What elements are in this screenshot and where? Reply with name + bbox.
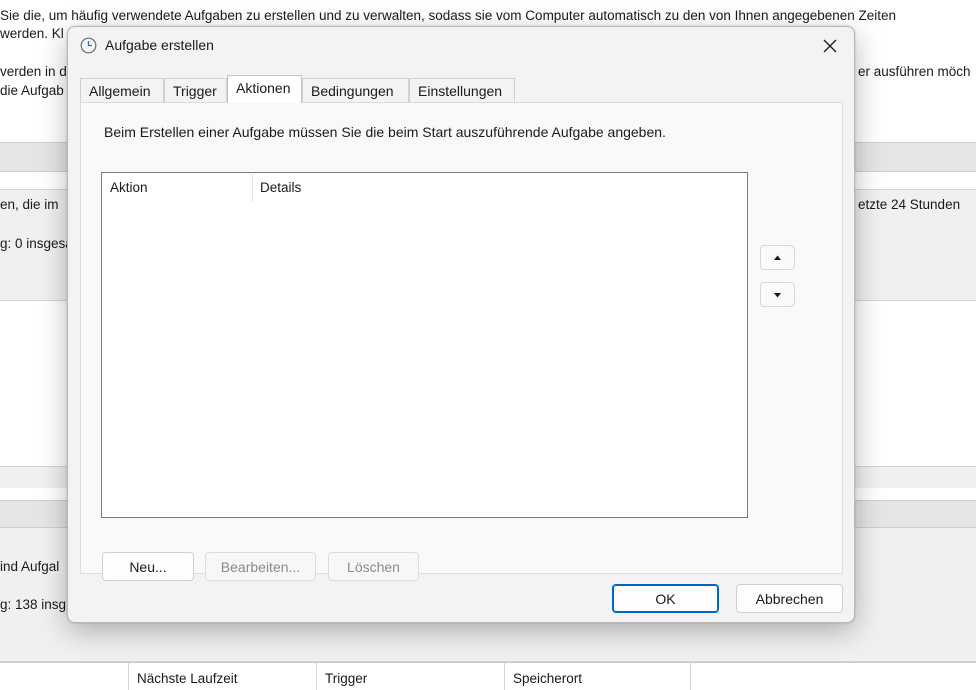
background-description-line-3-right: er ausführen möch [858,64,971,79]
move-down-button[interactable] [760,282,795,307]
move-up-button[interactable] [760,245,795,270]
actions-list[interactable]: Aktion Details [101,172,748,518]
background-status-summary: g: 0 insgesa [0,236,73,251]
new-action-button[interactable]: Neu... [102,552,194,581]
triangle-down-icon [774,292,781,297]
actions-list-header: Aktion Details [102,173,747,203]
ok-button[interactable]: OK [612,584,719,613]
column-header-aktion[interactable]: Aktion [102,173,252,203]
intro-text: Beim Erstellen einer Aufgabe müssen Sie … [104,124,666,140]
close-button[interactable] [812,31,848,61]
clock-icon [80,37,97,54]
new-action-button-label: Neu... [129,558,167,575]
ok-button-label: OK [655,590,676,607]
background-description-line-2: werden. Kl [0,26,64,41]
background-status-period: etzte 24 Stunden [858,197,961,212]
column-header-trigger[interactable]: Trigger [316,663,504,690]
create-task-dialog: Aufgabe erstellen Allgemein Trigger Akti… [67,26,855,623]
dialog-title: Aufgabe erstellen [105,37,214,53]
delete-action-button[interactable]: Löschen [328,552,419,581]
column-header-location[interactable]: Speicherort [504,663,690,690]
tab-einstellungen[interactable]: Einstellungen [409,78,515,102]
tab-allgemein[interactable]: Allgemein [80,78,164,102]
tab-bedingungen[interactable]: Bedingungen [302,78,409,102]
column-header-details[interactable]: Details [252,173,747,203]
background-description-line-1: Sie die, um häufig verwendete Aufgaben z… [0,8,897,23]
background-description-line-4: die Aufgab [0,83,64,98]
background-status-label: en, die im [0,197,59,212]
edit-action-button[interactable]: Bearbeiten... [205,552,316,581]
edit-action-button-label: Bearbeiten... [220,558,301,575]
tab-aktionen[interactable]: Aktionen [227,75,302,103]
close-icon [823,39,837,53]
tab-panel-aktionen: Beim Erstellen einer Aufgabe müssen Sie … [80,102,843,581]
cancel-button[interactable]: Abbrechen [736,584,843,613]
cancel-button-label: Abbrechen [755,590,824,607]
column-header-empty [690,663,976,690]
background-task-columns: Nächste Laufzeit Trigger Speicherort [0,662,976,690]
triangle-up-icon [774,255,781,260]
column-header-next-run[interactable]: Nächste Laufzeit [128,663,316,690]
tab-trigger[interactable]: Trigger [164,78,227,102]
background-description-line-3: verden in d [0,64,67,79]
background-active-label: ind Aufgal [0,559,60,574]
background-active-summary: g: 138 insg [0,597,67,612]
delete-action-button-label: Löschen [347,558,400,575]
dialog-titlebar[interactable]: Aufgabe erstellen [68,27,854,65]
